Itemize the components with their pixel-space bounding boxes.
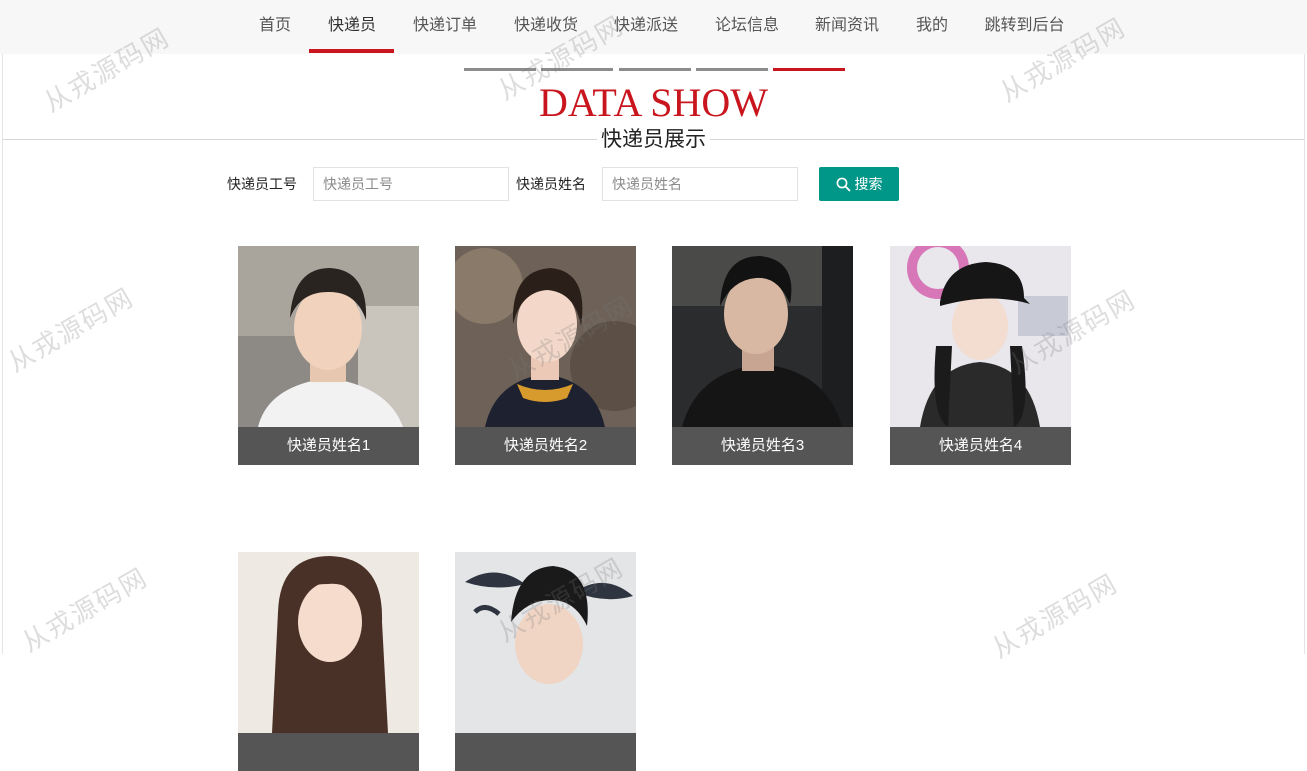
- courier-name: [455, 733, 636, 771]
- nav-receiving[interactable]: 快递收货: [513, 0, 579, 54]
- courier-photo: [238, 552, 419, 733]
- nav-orders[interactable]: 快递订单: [412, 0, 478, 54]
- decor-bar: [619, 68, 691, 71]
- nav-mine[interactable]: 我的: [915, 0, 949, 54]
- courier-photo: [455, 246, 636, 427]
- courier-name: 快递员姓名3: [672, 427, 853, 465]
- search-button[interactable]: 搜索: [819, 167, 899, 201]
- courier-name: 快递员姓名4: [890, 427, 1071, 465]
- nav-news[interactable]: 新闻资讯: [814, 0, 880, 54]
- courier-card[interactable]: 快递员姓名4: [890, 246, 1071, 465]
- nav-home[interactable]: 首页: [258, 0, 292, 54]
- courier-card[interactable]: [455, 552, 636, 771]
- top-nav: 首页 快递员 快递订单 快递收货 快递派送 论坛信息 新闻资讯 我的 跳转到后台: [0, 0, 1307, 54]
- courier-card[interactable]: [238, 552, 419, 771]
- section-title-cn-text: 快递员展示: [597, 128, 710, 151]
- courier-name: [238, 733, 419, 771]
- section-title-en: DATA SHOW: [538, 80, 769, 125]
- courier-name: 快递员姓名1: [238, 427, 419, 465]
- decor-bar-active: [773, 68, 845, 71]
- nav-couriers[interactable]: 快递员: [327, 0, 377, 54]
- nav-forum[interactable]: 论坛信息: [714, 0, 780, 54]
- courier-id-input[interactable]: [313, 167, 509, 201]
- courier-photo: [672, 246, 853, 427]
- courier-id-label: 快递员工号: [227, 176, 297, 192]
- title-decoration: [0, 68, 1307, 72]
- courier-card[interactable]: 快递员姓名2: [455, 246, 636, 465]
- courier-card[interactable]: 快递员姓名1: [238, 246, 419, 465]
- nav-admin[interactable]: 跳转到后台: [983, 0, 1066, 54]
- courier-name-input[interactable]: [602, 167, 798, 201]
- search-icon: [836, 177, 850, 192]
- decor-bar: [696, 68, 768, 71]
- section-title-cn: 快递员展示: [0, 126, 1307, 154]
- courier-photo: [455, 552, 636, 733]
- courier-photo: [238, 246, 419, 427]
- courier-card[interactable]: 快递员姓名3: [672, 246, 853, 465]
- search-button-label: 搜索: [854, 176, 883, 192]
- decor-bar: [464, 68, 536, 71]
- nav-active-indicator: [309, 49, 394, 53]
- nav-delivery[interactable]: 快递派送: [613, 0, 679, 54]
- courier-photo: [890, 246, 1071, 427]
- courier-name: 快递员姓名2: [455, 427, 636, 465]
- courier-name-label: 快递员姓名: [516, 176, 586, 192]
- decor-bar: [541, 68, 613, 71]
